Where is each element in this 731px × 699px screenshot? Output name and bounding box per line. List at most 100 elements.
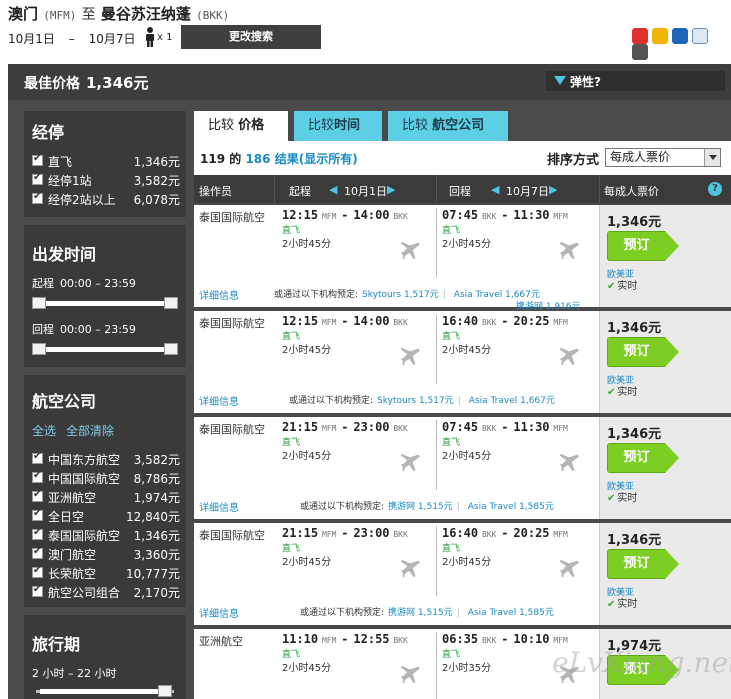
checkbox[interactable] xyxy=(32,451,43,464)
origin-code: (MFM) xyxy=(43,9,77,22)
airplane-icon xyxy=(400,241,421,260)
book-button[interactable]: 预订 xyxy=(607,443,679,473)
agent-link[interactable]: Asia Travel 1,585元 xyxy=(468,608,554,618)
results-total[interactable]: 186 xyxy=(245,152,270,166)
checkbox[interactable] xyxy=(32,546,43,559)
stop-filter-option[interactable]: 经停2站以上 6,078元 xyxy=(32,190,180,208)
agent-link[interactable]: 携游网 1,515元 xyxy=(388,502,453,512)
outbound-depart-airport: MFM xyxy=(321,424,337,433)
agent-link[interactable]: Skytours 1,517元 xyxy=(377,396,454,406)
airline-filter-option[interactable]: 航空公司组合 2,170元 xyxy=(32,583,180,601)
book-button-arrow[interactable] xyxy=(665,549,679,579)
outbound-range: 00:00 – 23:59 xyxy=(60,277,136,290)
flight-result-card: 泰国国际航空 21:15 MFM -23:00 BKK 直飞 2小时45分 16:40 B… xyxy=(194,523,731,625)
return-date-next-icon[interactable]: ▶ xyxy=(549,183,557,196)
slider-fill xyxy=(40,301,170,306)
details-link[interactable]: 详细信息 xyxy=(199,499,239,514)
mail-icon[interactable] xyxy=(692,28,708,44)
checkbox[interactable] xyxy=(32,153,43,166)
agent-link[interactable]: Asia Travel 1,667元 xyxy=(469,396,555,406)
book-button-label[interactable]: 预订 xyxy=(607,231,665,261)
stop-filter-label: 经停2站以上 xyxy=(48,193,116,207)
book-button-arrow[interactable] xyxy=(665,231,679,261)
checkbox[interactable] xyxy=(32,527,43,540)
checkbox[interactable] xyxy=(32,565,43,578)
show-all-link[interactable]: (显示所有) xyxy=(299,152,358,166)
triangle-down-icon xyxy=(554,76,566,85)
details-link[interactable]: 详细信息 xyxy=(199,287,239,302)
sort-select[interactable]: 每成人票价 xyxy=(605,148,721,167)
checkbox[interactable] xyxy=(32,191,43,204)
return-time-range: 回程 00:00 – 23:59 xyxy=(32,321,136,337)
slider-fill xyxy=(40,347,170,352)
select-all-link[interactable]: 全选 xyxy=(32,424,56,438)
outbound-leg: 21:15 MFM -23:00 BKK 直飞 2小时45分 xyxy=(282,420,408,462)
agent-link[interactable]: Skytours 1,517元 xyxy=(362,290,439,300)
checkbox[interactable] xyxy=(32,508,43,521)
return-date-prev-icon[interactable]: ◀ xyxy=(491,183,499,196)
details-link[interactable]: 详细信息 xyxy=(199,393,239,408)
slider-handle-min[interactable] xyxy=(32,297,46,309)
book-button-label[interactable]: 预订 xyxy=(607,337,665,367)
airline-filter-option[interactable]: 中国国际航空 8,786元 xyxy=(32,469,180,487)
book-button-arrow[interactable] xyxy=(665,443,679,473)
book-button[interactable]: 预订 xyxy=(607,231,679,261)
airline-filter-option[interactable]: 泰国国际航空 1,346元 xyxy=(32,526,180,544)
agent-separator: | xyxy=(442,290,446,300)
tab-compare-airline[interactable]: 比较 航空公司 xyxy=(388,111,508,141)
tab-prefix: 比较 xyxy=(208,118,235,133)
return-depart-airport: BKK xyxy=(481,212,497,221)
weibo-icon[interactable] xyxy=(632,28,648,44)
airline-filter-option[interactable]: 中国东方航空 3,582元 xyxy=(32,450,180,468)
sidebar-divider xyxy=(24,217,186,225)
slider-handle-max[interactable] xyxy=(164,297,178,309)
airline-filter-option[interactable]: 澳门航空 3,360元 xyxy=(32,545,180,563)
checkbox[interactable] xyxy=(32,470,43,483)
airline-filter-option[interactable]: 长荣航空 10,777元 xyxy=(32,564,180,582)
clear-all-link[interactable]: 全部清除 xyxy=(66,424,114,438)
best-price: 最佳价格 1,346元 xyxy=(24,72,148,93)
airline-filter-option[interactable]: 全日空 12,840元 xyxy=(32,507,180,525)
slider-handle-max[interactable] xyxy=(164,343,178,355)
stop-filter-price: 1,346元 xyxy=(133,155,180,169)
airline-name: 泰国国际航空 xyxy=(199,423,265,436)
airline-filter-option[interactable]: 亚洲航空 1,974元 xyxy=(32,488,180,506)
book-button-label[interactable]: 预订 xyxy=(607,549,665,579)
stop-filter-option[interactable]: 经停1站 3,582元 xyxy=(32,171,180,189)
tab-compare-price[interactable]: 比较 价格 xyxy=(194,111,288,141)
checkbox[interactable] xyxy=(32,584,43,597)
outbound-depart-airport: MFM xyxy=(321,530,337,539)
book-button-arrow[interactable] xyxy=(665,337,679,367)
checkbox[interactable] xyxy=(32,172,43,185)
qzone-icon[interactable] xyxy=(652,28,668,44)
agent-link[interactable]: Asia Travel 1,585元 xyxy=(468,502,554,512)
col-operator: 操作员 xyxy=(199,185,232,198)
tab-compare-time[interactable]: 比较时间 xyxy=(294,111,382,141)
results-suffix[interactable]: 结果 xyxy=(275,152,299,166)
book-button-label[interactable]: 预订 xyxy=(607,443,665,473)
realtime-label: 实时 xyxy=(617,387,638,398)
agent-link[interactable]: 携游网 1,515元 xyxy=(388,608,453,618)
slider-handle-max[interactable] xyxy=(158,685,172,697)
help-icon[interactable]: ? xyxy=(708,182,722,196)
depart-date-prev-icon[interactable]: ◀ xyxy=(329,183,337,196)
return-time-slider[interactable] xyxy=(32,343,178,355)
flexibility-toggle[interactable]: 弹性? xyxy=(546,71,725,91)
book-button[interactable]: 预订 xyxy=(607,337,679,367)
checkbox[interactable] xyxy=(32,489,43,502)
stop-filter-option[interactable]: 直飞 1,346元 xyxy=(32,152,180,170)
return-times: 16:40 BKK -20:25 MFM xyxy=(442,314,568,328)
duration-slider[interactable] xyxy=(32,685,178,697)
return-depart-airport: BKK xyxy=(481,424,497,433)
details-link[interactable]: 详细信息 xyxy=(199,605,239,620)
renren-icon[interactable] xyxy=(672,28,688,44)
flight-price: 1,346元 xyxy=(607,427,662,442)
outbound-time-slider[interactable] xyxy=(32,297,178,309)
agent-separator: | xyxy=(457,396,461,406)
modify-search-button[interactable]: 更改搜索 xyxy=(181,25,321,49)
book-button[interactable]: 预订 xyxy=(607,549,679,579)
print-icon[interactable] xyxy=(632,44,648,60)
outbound-leg: 12:15 MFM -14:00 BKK 直飞 2小时45分 xyxy=(282,208,408,250)
slider-handle-min[interactable] xyxy=(32,343,46,355)
depart-date-next-icon[interactable]: ▶ xyxy=(387,183,395,196)
